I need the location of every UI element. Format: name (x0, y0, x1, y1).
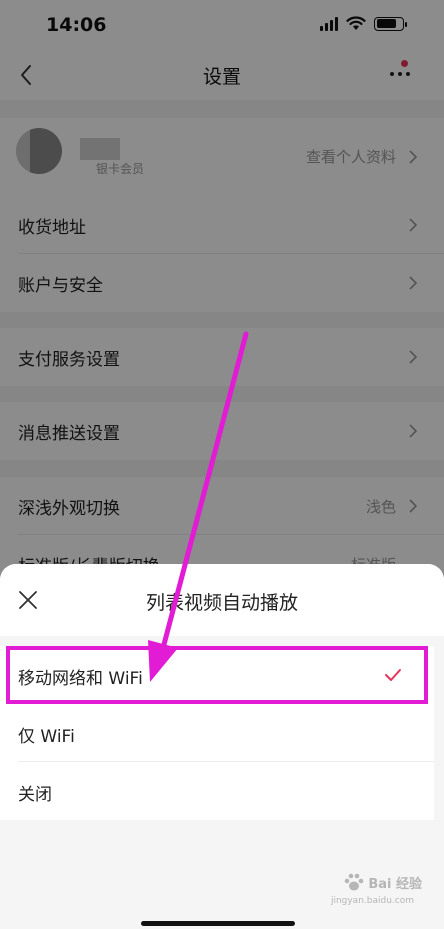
highlight-box (6, 646, 428, 704)
sheet-title: 列表视频自动播放 (145, 592, 298, 614)
paw-icon (345, 873, 364, 891)
watermark: Bai 经验 (343, 872, 422, 892)
watermark-text: Bai 经验 (368, 876, 422, 892)
option-off[interactable]: 关闭 (0, 762, 434, 820)
home-indicator (141, 921, 295, 926)
option-label: 关闭 (18, 785, 52, 805)
option-wifi-only[interactable]: 仅 WiFi (0, 704, 434, 762)
watermark-sub: jingyan.baidu.com (330, 896, 414, 906)
option-label: 仅 WiFi (18, 727, 75, 747)
sheet-header: 列表视频自动播放 (0, 564, 444, 636)
